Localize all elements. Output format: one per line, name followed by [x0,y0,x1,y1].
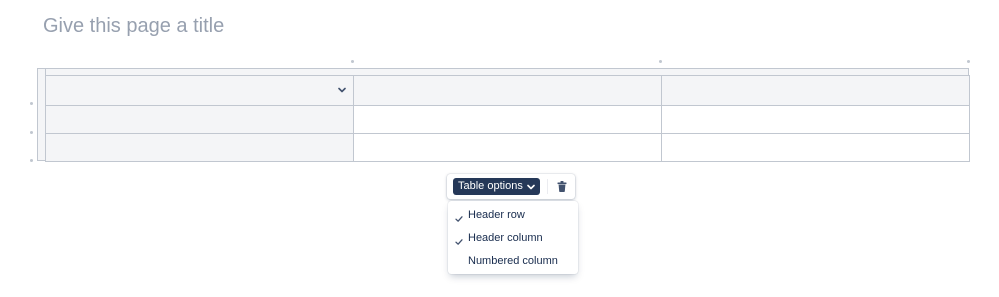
column-insert-dot[interactable] [659,60,662,63]
table-header-cell[interactable] [353,75,662,106]
menu-item-header-row[interactable]: Header row [448,203,578,226]
table-grid [45,75,970,162]
check-icon [455,210,463,222]
check-icon [455,233,463,245]
table-row [45,133,970,162]
table-options-button[interactable]: Table options [453,178,540,195]
menu-item-label: Header row [468,208,525,221]
chevron-down-icon[interactable] [337,85,347,95]
menu-item-header-column[interactable]: Header column [448,226,578,249]
column-insert-dot[interactable] [351,60,354,63]
table-toolbar: Table options [447,174,575,199]
table-row [45,105,970,134]
chevron-down-icon [527,184,535,190]
menu-item-numbered-column[interactable]: Numbered column [448,249,578,272]
table-header-cell[interactable] [45,133,354,162]
menu-item-label: Numbered column [468,254,558,267]
table-cell[interactable] [661,133,970,162]
toolbar-divider [547,179,548,194]
table-header-cell[interactable] [45,75,354,106]
row-controls[interactable] [37,68,45,161]
table [37,68,970,162]
row-insert-dot[interactable] [30,131,33,134]
editor-page: Give this page a title Table options Hea… [0,0,999,297]
trash-icon [557,181,567,192]
table-cell[interactable] [353,105,662,134]
page-title-input[interactable]: Give this page a title [43,14,224,38]
table-row [45,75,970,106]
table-options-label: Table options [458,180,523,192]
row-insert-dot[interactable] [30,159,33,162]
table-cell[interactable] [353,133,662,162]
table-cell[interactable] [661,105,970,134]
menu-item-label: Header column [468,231,543,244]
table-options-menu: Header row Header column Numbered column [448,201,578,274]
table-header-cell[interactable] [661,75,970,106]
delete-table-button[interactable] [553,178,570,195]
column-insert-dot[interactable] [967,60,970,63]
row-insert-dot[interactable] [30,102,33,105]
table-header-cell[interactable] [45,105,354,134]
